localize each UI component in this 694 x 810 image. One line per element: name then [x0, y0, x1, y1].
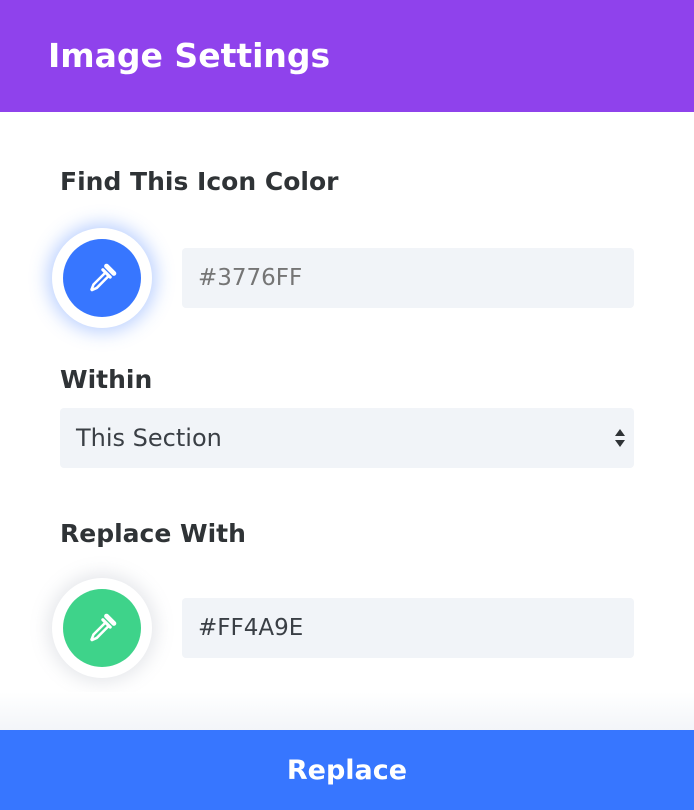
image-settings-panel: Image Settings Find This Icon Color With… — [0, 0, 694, 810]
replace-button-label: Replace — [286, 754, 408, 786]
replace-color-hex-input[interactable] — [182, 598, 634, 658]
within-select-value: This Section — [76, 424, 222, 452]
sort-arrows-icon — [615, 429, 625, 447]
replace-button[interactable]: Replace — [0, 730, 694, 810]
find-color-picker-button[interactable] — [52, 228, 152, 328]
panel-title: Image Settings — [48, 36, 331, 75]
eyedropper-icon — [90, 613, 117, 642]
find-color-swatch — [63, 239, 141, 317]
eyedropper-icon — [90, 263, 117, 292]
within-select[interactable]: This Section — [60, 408, 634, 468]
replace-color-swatch — [63, 589, 141, 667]
within-label: Within — [60, 365, 153, 394]
find-color-hex-input[interactable] — [182, 248, 634, 308]
find-color-label: Find This Icon Color — [60, 167, 339, 196]
panel-header: Image Settings — [0, 0, 694, 112]
replace-color-picker-button[interactable] — [52, 578, 152, 678]
footer-fade — [0, 692, 694, 730]
replace-color-label: Replace With — [60, 519, 246, 548]
